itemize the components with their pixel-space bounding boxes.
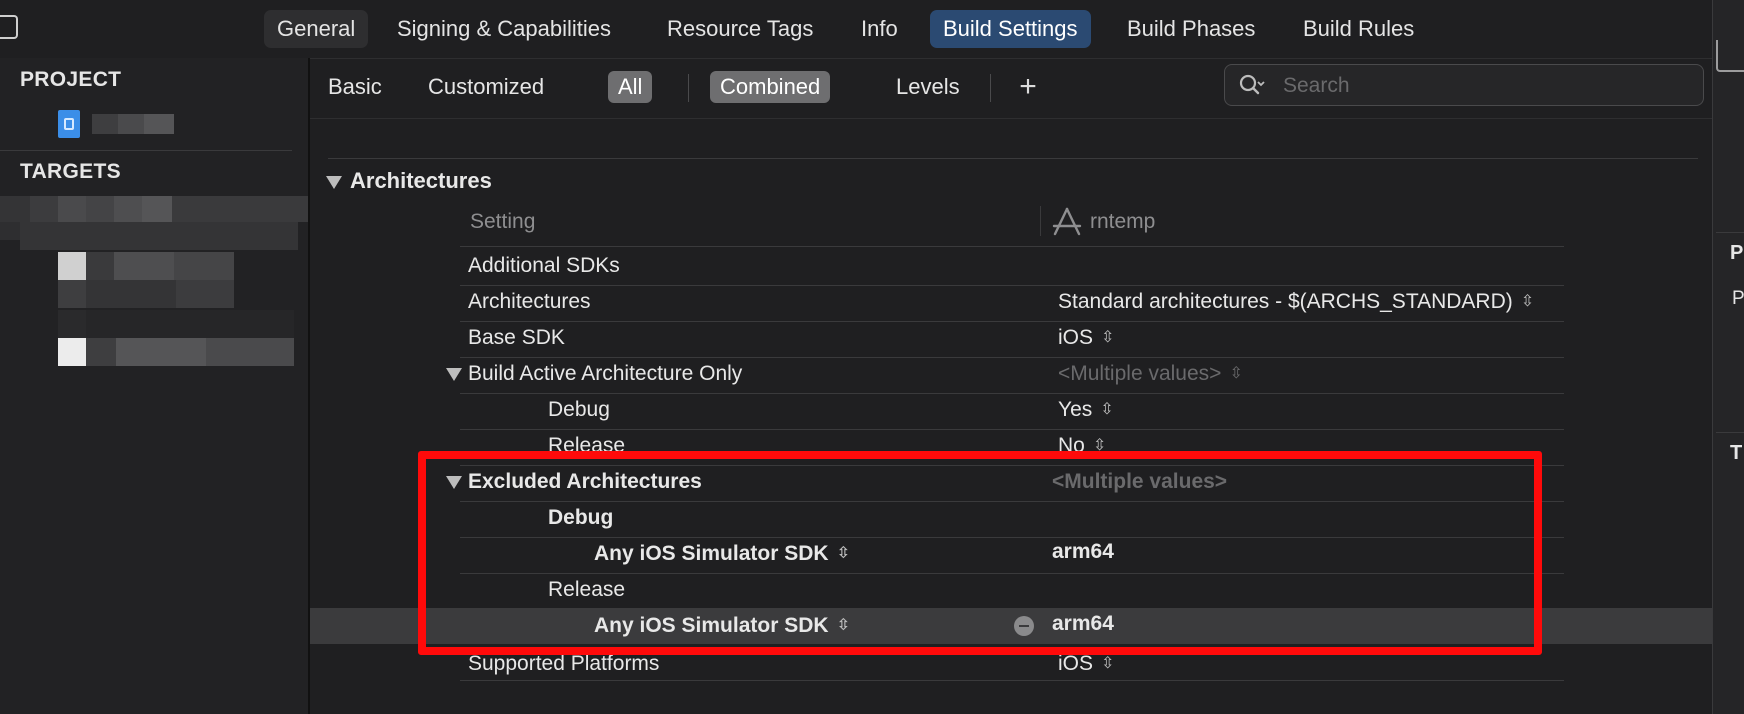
setting-architectures[interactable]: Architectures — [468, 290, 591, 314]
search-input[interactable] — [1281, 71, 1685, 101]
project-name-redacted[interactable] — [92, 114, 174, 134]
setting-supported-platforms[interactable]: Supported Platforms — [468, 652, 659, 676]
search-icon — [1239, 74, 1265, 95]
stepper-icon[interactable]: ⇳ — [1100, 399, 1113, 419]
view-levels[interactable]: Levels — [886, 71, 970, 103]
row-divider — [460, 429, 1564, 430]
target-item-selected[interactable] — [0, 196, 308, 256]
target-item[interactable] — [58, 252, 234, 280]
inspector-divider — [1716, 232, 1744, 233]
project-navigator: PROJECT TARGETS — [0, 58, 310, 714]
row-divider — [460, 357, 1564, 358]
view-combined[interactable]: Combined — [710, 71, 831, 103]
add-setting-button[interactable]: + — [1014, 72, 1042, 102]
search-field[interactable] — [1224, 64, 1704, 106]
target-item[interactable] — [58, 310, 294, 338]
tab-build-rules[interactable]: Build Rules — [1290, 10, 1427, 48]
row-divider — [460, 680, 1564, 681]
setting-architectures-value[interactable]: Standard architectures - $(ARCHS_STANDAR… — [1058, 290, 1534, 314]
tab-build-phases[interactable]: Build Phases — [1114, 10, 1268, 48]
filter-customized[interactable]: Customized — [418, 71, 554, 103]
row-divider — [460, 285, 1564, 286]
inspector-toggle-icon[interactable] — [1716, 40, 1744, 72]
inspector-label: P — [1730, 242, 1744, 264]
setting-additional-sdks[interactable]: Additional SDKs — [468, 254, 620, 278]
target-app-icon — [1052, 207, 1082, 236]
column-header-setting[interactable]: Setting — [470, 210, 535, 234]
tab-signing-capabilities[interactable]: Signing & Capabilities — [384, 10, 624, 48]
inspector-label: T — [1730, 442, 1743, 464]
setting-baao-debug-value[interactable]: Yes ⇳ — [1058, 398, 1114, 422]
setting-base-sdk[interactable]: Base SDK — [468, 326, 565, 350]
sidebar-divider — [0, 150, 292, 151]
project-header: PROJECT — [20, 68, 122, 91]
setting-supported-platforms-value[interactable]: iOS ⇳ — [1058, 652, 1114, 676]
row-divider — [460, 393, 1564, 394]
setting-baao-debug[interactable]: Debug — [548, 398, 610, 422]
column-header-target[interactable]: rntemp — [1090, 210, 1155, 234]
disclosure-triangle-icon[interactable] — [446, 368, 462, 381]
disclosure-triangle-icon[interactable] — [326, 176, 342, 189]
editor-tab-bar: General Signing & Capabilities Resource … — [0, 0, 1712, 59]
setting-baao-value[interactable]: <Multiple values> ⇳ — [1058, 362, 1243, 386]
project-file-icon[interactable] — [58, 110, 80, 138]
tab-general[interactable]: General — [264, 10, 369, 48]
tab-info[interactable]: Info — [848, 10, 911, 48]
tab-build-settings[interactable]: Build Settings — [930, 10, 1091, 48]
tab-resource-tags[interactable]: Resource Tags — [654, 10, 826, 48]
filter-all[interactable]: All — [608, 71, 653, 103]
stepper-icon[interactable]: ⇳ — [1229, 363, 1242, 383]
row-divider — [460, 321, 1564, 322]
target-item[interactable] — [58, 280, 234, 308]
filter-basic[interactable]: Basic — [318, 71, 392, 103]
inspector-pane — [1712, 0, 1744, 714]
target-item[interactable] — [58, 338, 294, 366]
section-divider — [328, 158, 1698, 159]
targets-header: TARGETS — [20, 160, 121, 183]
stepper-icon[interactable]: ⇳ — [1521, 291, 1534, 311]
stepper-icon[interactable]: ⇳ — [1101, 327, 1114, 347]
red-highlight-box — [418, 451, 1542, 655]
sidebar-toggle-icon[interactable] — [0, 15, 18, 39]
section-title-architectures: Architectures — [350, 168, 492, 193]
filter-separator — [990, 74, 991, 102]
setting-base-sdk-value[interactable]: iOS ⇳ — [1058, 326, 1114, 350]
stepper-icon[interactable]: ⇳ — [1101, 653, 1114, 673]
setting-build-active-architecture-only[interactable]: Build Active Architecture Only — [468, 362, 742, 386]
column-divider — [1040, 206, 1041, 236]
row-divider — [460, 246, 1564, 247]
inspector-divider — [1716, 432, 1744, 433]
inspector-label: P — [1732, 288, 1744, 309]
filter-separator — [688, 74, 689, 102]
